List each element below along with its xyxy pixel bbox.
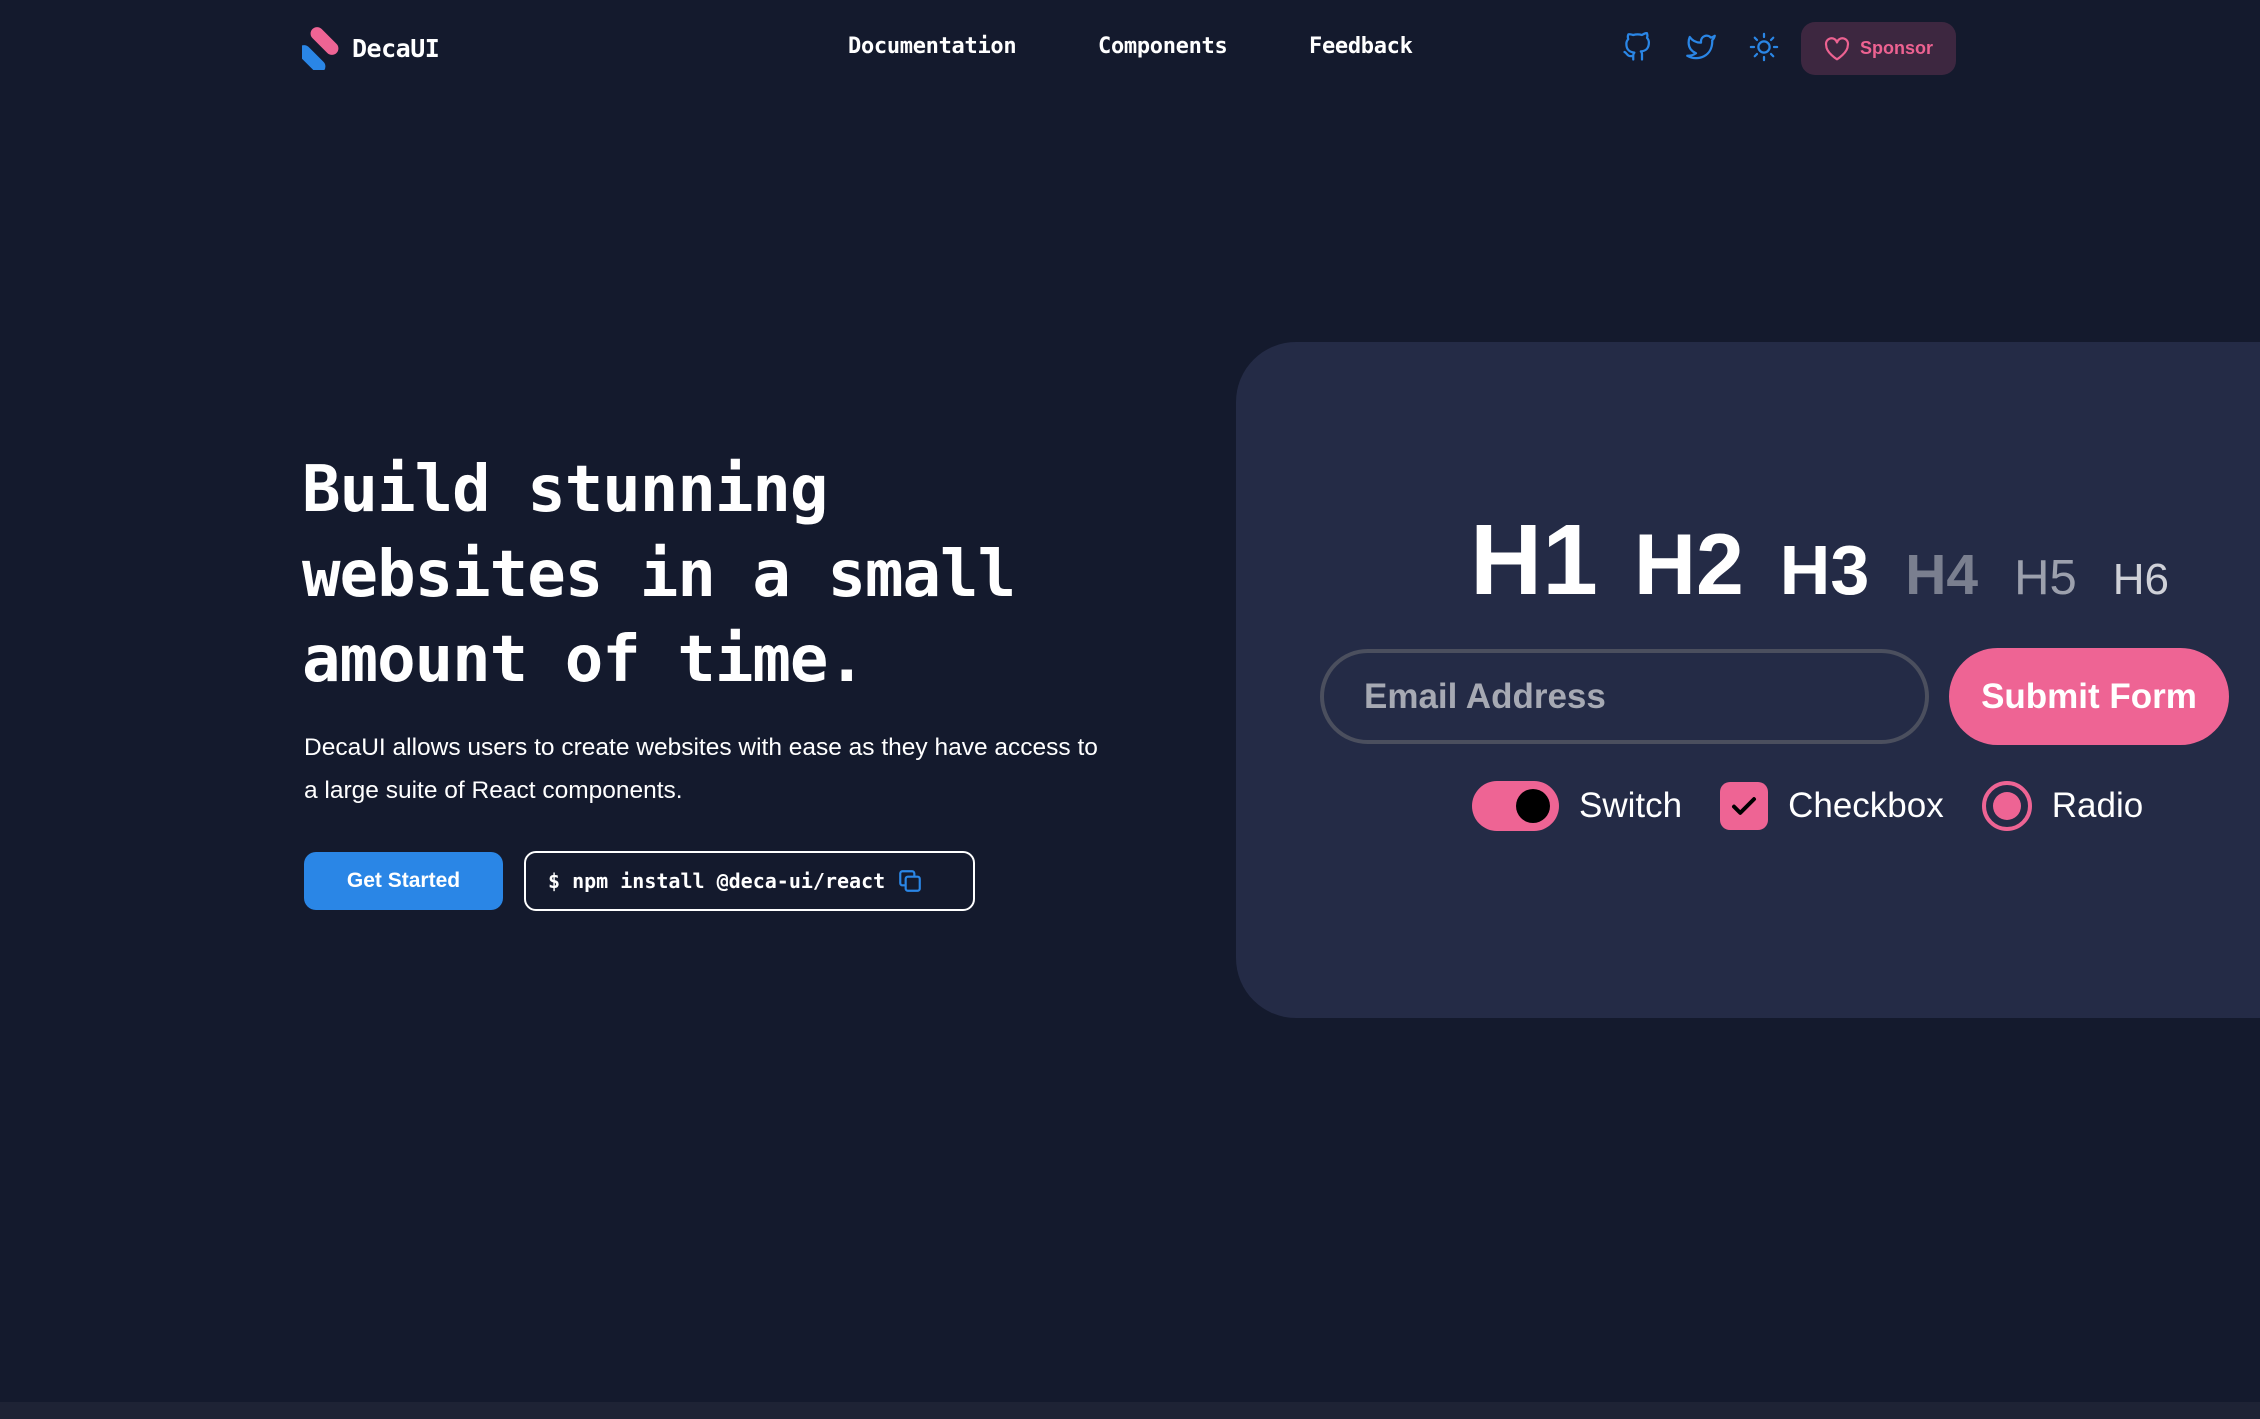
sponsor-button[interactable]: Sponsor — [1801, 22, 1956, 75]
bottom-divider — [0, 1402, 2260, 1419]
heading-sample-h6: H6 — [2112, 555, 2170, 604]
install-command-box: $ npm install @deca-ui/react — [524, 851, 975, 911]
nav-feedback[interactable]: Feedback — [1309, 34, 1413, 59]
checkmark-icon — [1729, 791, 1759, 821]
radio-button[interactable] — [1981, 781, 2032, 831]
deca-logo-icon — [297, 26, 342, 73]
twitter-icon[interactable] — [1684, 30, 1718, 64]
checkbox[interactable] — [1720, 782, 1769, 830]
heading-sample-h5: H5 — [2014, 551, 2077, 605]
site-header: DecaUI Documentation Components Feedback… — [0, 0, 2260, 96]
switch-label: Switch — [1579, 786, 1683, 825]
toggle-switch[interactable] — [1472, 781, 1559, 831]
sponsor-label: Sponsor — [1859, 38, 1933, 58]
submit-form-button[interactable]: Submit Form — [1949, 648, 2229, 745]
form-controls-row: Switch Checkbox Radio — [1472, 780, 2181, 832]
switch-knob — [1516, 789, 1550, 823]
github-icon[interactable] — [1620, 30, 1654, 64]
heading-samples: H1 H2 H3 H4 H5 H6 — [1470, 505, 2169, 615]
email-field[interactable] — [1320, 649, 1929, 744]
nav-components[interactable]: Components — [1098, 34, 1228, 59]
heading-sample-h4: H4 — [1905, 543, 1979, 607]
sun-icon[interactable] — [1747, 30, 1781, 64]
copy-icon[interactable] — [897, 868, 923, 894]
install-command: $ npm install @deca-ui/react — [548, 869, 886, 893]
brand-logo[interactable]: DecaUI — [297, 26, 440, 73]
heading-sample-h2: H2 — [1633, 517, 1744, 613]
hero-headline: Build stunning websites in a small amoun… — [302, 453, 1016, 697]
get-started-button[interactable]: Get Started — [304, 852, 503, 910]
radio-label: Radio — [2051, 786, 2144, 825]
brand-name: DecaUI — [352, 33, 440, 63]
heading-sample-h1: H1 — [1470, 504, 1598, 616]
radio-dot — [1992, 792, 2021, 820]
hero-subtitle: DecaUI allows users to create websites w… — [304, 734, 1098, 804]
heading-sample-h3: H3 — [1779, 531, 1870, 609]
checkbox-label: Checkbox — [1788, 786, 1944, 825]
nav-documentation[interactable]: Documentation — [848, 34, 1017, 59]
heart-icon — [1824, 36, 1850, 61]
